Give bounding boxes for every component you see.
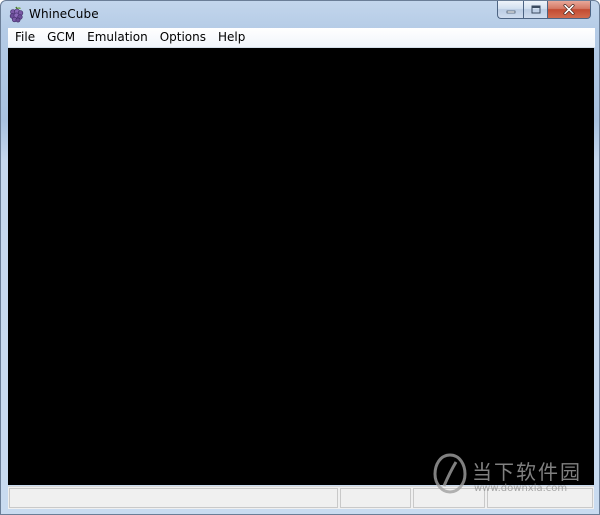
maximize-button[interactable] <box>523 1 548 19</box>
title-bar[interactable]: WhineCube <box>1 1 599 28</box>
menu-emulation[interactable]: Emulation <box>81 28 154 47</box>
window-title: WhineCube <box>29 7 99 21</box>
close-button[interactable] <box>548 1 591 19</box>
minimize-button[interactable] <box>497 1 523 19</box>
maximize-icon <box>531 5 540 14</box>
minimize-icon <box>506 10 515 13</box>
menu-options[interactable]: Options <box>154 28 212 47</box>
menu-gcm[interactable]: GCM <box>41 28 81 47</box>
status-pane-3 <box>413 488 485 508</box>
menu-bar: File GCM Emulation Options Help <box>8 28 595 48</box>
status-pane-1 <box>9 488 338 508</box>
status-bar <box>8 486 594 509</box>
close-icon <box>563 4 575 15</box>
menu-help[interactable]: Help <box>212 28 251 47</box>
menu-file[interactable]: File <box>8 28 41 47</box>
status-pane-2 <box>340 488 411 508</box>
grape-icon[interactable] <box>8 6 25 23</box>
caption-buttons <box>497 1 591 20</box>
emulator-display[interactable] <box>8 48 594 485</box>
app-window: WhineCube File GCM Emulation Options Hel… <box>0 0 600 515</box>
status-pane-4 <box>487 488 593 508</box>
